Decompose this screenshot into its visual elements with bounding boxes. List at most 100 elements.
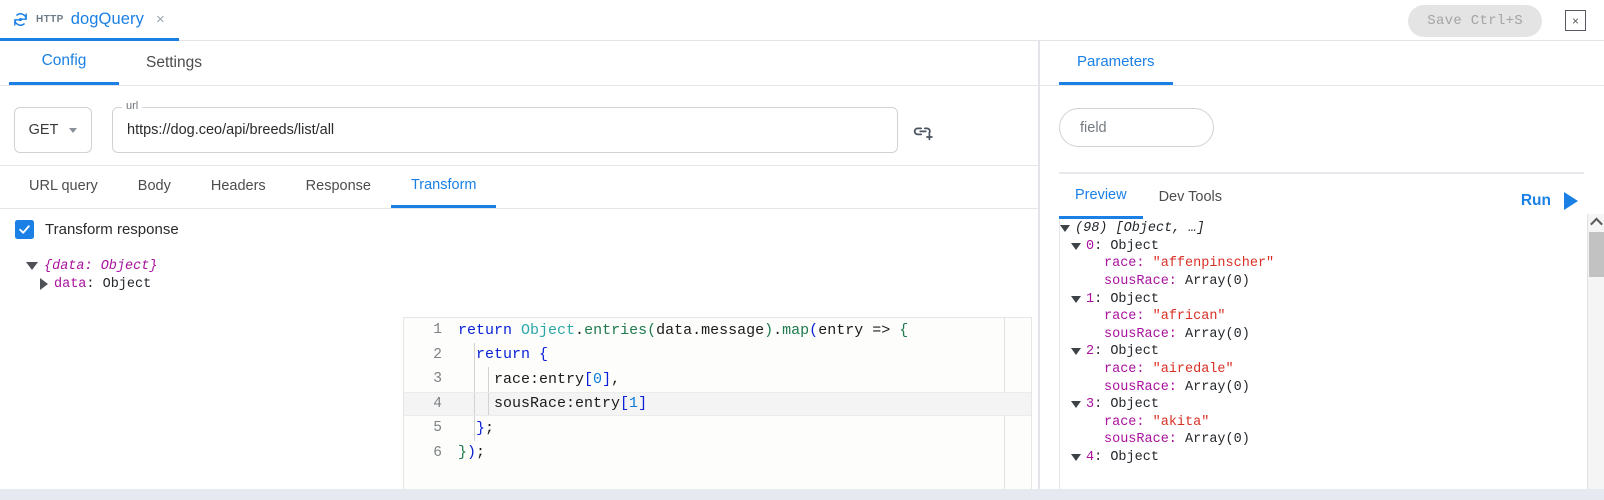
json-prop-key: sousRace: <box>1104 432 1177 448</box>
tree-data-value: Object <box>102 276 152 292</box>
link-add-icon[interactable] <box>898 100 934 144</box>
json-prop-key: race: <box>1104 362 1145 378</box>
parameters-tab-bar: Parameters <box>1040 41 1604 86</box>
preview-tab-bar: Preview Dev Tools Run <box>1059 172 1584 219</box>
code-text-1: return Object.entries(data.message).map(… <box>458 321 909 339</box>
http-request-editor-window: HTTP dogQuery × Save Ctrl+S × Config Set… <box>0 0 1604 500</box>
response-scrollbar[interactable] <box>1587 214 1604 500</box>
parameter-field-wrap: field <box>1040 86 1604 147</box>
json-item-index: 3 <box>1086 397 1095 413</box>
save-button[interactable]: Save Ctrl+S <box>1408 5 1542 37</box>
document-tab-dogquery[interactable]: HTTP dogQuery × <box>0 0 179 41</box>
json-prop-row: sousRace: Array(0) <box>1060 378 1584 396</box>
triangle-down-icon[interactable] <box>1071 348 1081 356</box>
check-icon <box>19 225 30 234</box>
triangle-down-icon[interactable] <box>1060 225 1070 233</box>
triangle-down-icon[interactable] <box>26 262 38 270</box>
scroll-up-icon[interactable] <box>1588 214 1604 231</box>
config-tabs: Config Settings <box>0 41 1038 86</box>
json-item-row[interactable]: 1: Object <box>1060 290 1584 308</box>
input-data-tree: {data: Object} data: Object <box>26 257 157 293</box>
triangle-right-icon[interactable] <box>40 278 48 290</box>
field-input[interactable]: field <box>1059 108 1214 147</box>
json-prop-row: sousRace: Array(0) <box>1060 326 1584 344</box>
json-prop-key: sousRace: <box>1104 379 1177 395</box>
json-item-type: Object <box>1110 397 1159 413</box>
tab-transform[interactable]: Transform <box>390 164 497 208</box>
line-number: 2 <box>433 346 442 363</box>
tree-row-data[interactable]: data: Object <box>26 275 157 293</box>
json-prop-row: race: "akita" <box>1060 414 1584 432</box>
json-item-index: 4 <box>1086 450 1095 466</box>
tab-title: dogQuery <box>70 9 144 28</box>
code-text-3: race:entry[0], <box>458 370 621 388</box>
json-root-row[interactable]: (98) [Object, …] <box>1060 220 1584 238</box>
tab-config[interactable]: Config <box>9 40 119 85</box>
tab-dev-tools[interactable]: Dev Tools <box>1143 174 1238 219</box>
play-icon <box>1564 192 1578 210</box>
code-text-4: sousRace:entry[1] <box>458 395 648 413</box>
triangle-down-icon[interactable] <box>1071 242 1081 250</box>
triangle-down-icon[interactable] <box>1071 454 1081 462</box>
tab-close-icon[interactable]: × <box>156 12 165 27</box>
tab-body[interactable]: Body <box>118 164 191 208</box>
indent-guide <box>474 342 475 367</box>
json-item-row[interactable]: 2: Object <box>1060 343 1584 361</box>
tab-headers[interactable]: Headers <box>191 164 286 208</box>
tab-parameters[interactable]: Parameters <box>1059 40 1173 85</box>
indent-guide <box>488 392 489 415</box>
transform-response-label: Transform response <box>45 221 179 238</box>
http-method-select[interactable]: GET <box>14 107 92 153</box>
indent-guide <box>474 367 475 392</box>
tab-response[interactable]: Response <box>286 164 391 208</box>
sync-refresh-icon <box>12 11 29 28</box>
json-item-row[interactable]: 0: Object <box>1060 238 1584 256</box>
url-input[interactable]: url https://dog.ceo/api/breeds/list/all <box>112 100 898 153</box>
code-line-3: 3 race:entry[0], <box>404 367 1031 392</box>
transform-code-editor[interactable]: 1 return Object.entries(data.message).ma… <box>403 317 1032 500</box>
indent-guide <box>474 416 475 441</box>
json-prop-value: "airedale" <box>1152 362 1234 378</box>
code-line-6: 6 }); <box>404 441 1031 466</box>
json-prop-value: "akita" <box>1152 414 1210 430</box>
json-item-type: Object <box>1110 344 1159 360</box>
json-root-label: (98) [Object, …] <box>1075 221 1205 237</box>
tab-preview[interactable]: Preview <box>1059 174 1143 219</box>
code-text-5: }; <box>476 419 495 437</box>
window-tab-bar: HTTP dogQuery × Save Ctrl+S × <box>0 0 1604 41</box>
json-prop-key: race: <box>1104 256 1145 272</box>
tab-url-query[interactable]: URL query <box>9 164 118 208</box>
json-prop-row: sousRace: Array(0) <box>1060 431 1584 449</box>
code-line-5: 5 }; <box>404 416 1031 441</box>
tab-settings[interactable]: Settings <box>119 40 229 85</box>
status-bar <box>0 489 1604 500</box>
triangle-down-icon[interactable] <box>1071 401 1081 409</box>
tree-data-key: data <box>54 276 87 292</box>
line-number: 1 <box>433 322 442 339</box>
json-item-index: 1 <box>1086 291 1095 307</box>
run-button[interactable]: Run <box>1521 192 1578 210</box>
run-label: Run <box>1520 192 1551 209</box>
json-prop-value: "african" <box>1152 309 1226 325</box>
tree-row-root[interactable]: {data: Object} <box>26 257 157 275</box>
json-prop-value: Array(0) <box>1185 432 1250 448</box>
transform-response-row[interactable]: Transform response <box>15 220 179 239</box>
transform-response-checkbox[interactable] <box>15 220 34 239</box>
http-method-value: GET <box>28 122 59 138</box>
json-item-row[interactable]: 3: Object <box>1060 396 1584 414</box>
window-close-icon[interactable]: × <box>1565 10 1586 31</box>
code-line-2: 2 return { <box>404 342 1031 367</box>
scrollbar-thumb[interactable] <box>1589 232 1604 277</box>
json-item-row[interactable]: 4: Object <box>1060 449 1584 467</box>
triangle-down-icon[interactable] <box>1071 295 1081 303</box>
json-prop-value: Array(0) <box>1185 379 1250 395</box>
code-line-1: 1 return Object.entries(data.message).ma… <box>404 318 1031 343</box>
request-config-pane: Config Settings GET url https://dog.ceo/… <box>0 41 1039 500</box>
response-json-tree[interactable]: (98) [Object, …] 0: Object race: "affenp… <box>1059 220 1584 489</box>
code-text-2: return { <box>476 346 549 364</box>
json-item-type: Object <box>1110 238 1159 254</box>
tab-protocol-label: HTTP <box>36 13 64 25</box>
url-row: GET url https://dog.ceo/api/breeds/list/… <box>0 86 1038 161</box>
json-prop-key: race: <box>1104 309 1145 325</box>
json-item-index: 2 <box>1086 344 1095 360</box>
